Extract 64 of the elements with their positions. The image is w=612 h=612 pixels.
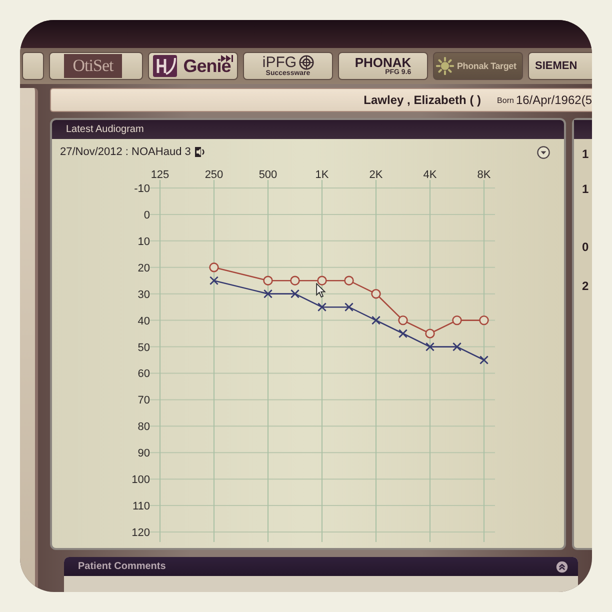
y-tick-label: 20 xyxy=(138,262,150,274)
y-tick-label: 50 xyxy=(138,342,150,354)
side-panel-value: 1 xyxy=(581,147,590,161)
target-icon xyxy=(298,55,314,70)
cross-point xyxy=(452,342,462,352)
y-tick-label: 80 xyxy=(138,421,150,434)
y-tick-label: 70 xyxy=(138,394,150,407)
circle-point xyxy=(263,276,273,286)
cross-point xyxy=(264,289,272,298)
x-tick-label: 4K xyxy=(423,169,437,181)
cross-point xyxy=(318,302,326,312)
toolbar-tab[interactable]: Phonak Target xyxy=(433,52,523,80)
cross-point xyxy=(290,289,300,298)
speaker-icon xyxy=(194,147,206,157)
dropdown-icon[interactable] xyxy=(537,146,550,158)
toolbar-tab[interactable] xyxy=(22,52,44,80)
y-tick-label: 10 xyxy=(138,236,150,248)
mouse-pointer-icon xyxy=(316,283,326,298)
y-tick-label: 0 xyxy=(144,209,150,222)
cross-point xyxy=(210,276,218,286)
side-panel-value: 0 xyxy=(581,240,590,254)
x-tick-label: 8K xyxy=(477,169,491,181)
circle-point xyxy=(479,315,489,326)
cross-point xyxy=(372,316,380,325)
cross-point xyxy=(398,329,408,338)
circle-point xyxy=(398,315,408,326)
y-tick-label: 60 xyxy=(138,368,150,380)
born-label: Born xyxy=(497,96,514,104)
cross-point xyxy=(480,356,488,364)
y-tick-label: -10 xyxy=(134,183,150,195)
y-tick-label: 30 xyxy=(138,288,150,301)
circle-point xyxy=(452,315,462,326)
y-tick-label: 100 xyxy=(132,474,150,486)
toolbar-tab[interactable]: SIEMEN xyxy=(528,52,592,80)
cross-point xyxy=(426,342,434,352)
y-tick-label: 90 xyxy=(138,448,150,460)
side-panel-title-bar xyxy=(574,120,592,139)
x-tick-label: 125 xyxy=(150,169,170,181)
x-tick-label: 1K xyxy=(315,169,329,181)
patient-name: Lawley , Elizabeth ( ) xyxy=(364,93,482,107)
circle-point xyxy=(317,276,327,286)
side-panel-value: 2 xyxy=(581,279,590,293)
circle-point xyxy=(371,289,381,299)
circle-point xyxy=(209,262,219,272)
y-tick-label: 120 xyxy=(132,527,150,539)
x-tick-label: 2K xyxy=(369,169,383,181)
swoosh-logo-icon xyxy=(153,55,178,77)
x-tick-label: 250 xyxy=(204,169,224,181)
cross-point xyxy=(344,302,354,312)
sun-icon xyxy=(436,57,454,75)
circle-point xyxy=(425,328,435,338)
panel-title: Patient Comments xyxy=(78,561,166,572)
test-label: 27/Nov/2012 : NOAHaud 3 xyxy=(60,146,191,158)
toolbar-tab[interactable]: Genie xyxy=(148,52,238,80)
circle-point xyxy=(344,276,354,286)
circle-point xyxy=(290,276,300,286)
y-tick-label: 40 xyxy=(138,315,150,328)
birth-date: 16/Apr/1962(5 xyxy=(516,93,592,107)
collapse-icon[interactable] xyxy=(556,560,568,572)
side-panel-value: 1 xyxy=(581,182,590,196)
y-tick-label: 110 xyxy=(132,500,150,513)
x-tick-label: 500 xyxy=(258,169,278,181)
toolbar-tab[interactable]: OtiSet xyxy=(49,52,143,80)
panel-title: Latest Audiogram xyxy=(66,124,144,135)
